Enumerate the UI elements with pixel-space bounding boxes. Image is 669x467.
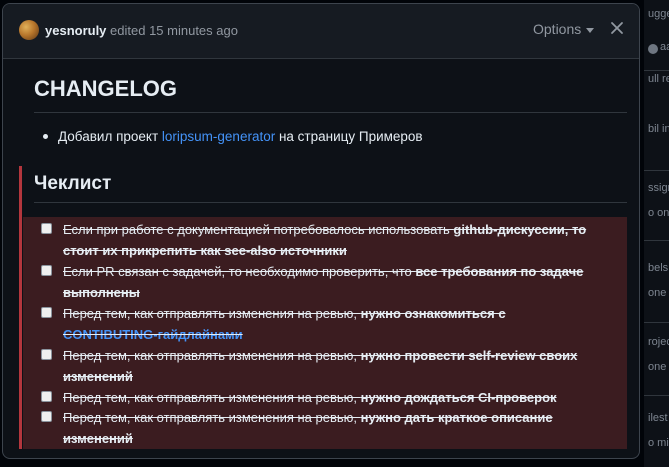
bg-fragment: aa (660, 41, 669, 53)
bg-fragment: ull re (648, 73, 669, 85)
task-text: Перед тем, как отправлять изменения на р… (63, 410, 361, 425)
task-strong-text: нужно дождаться CI-проверок (360, 390, 557, 405)
task-item: Перед тем, как отправлять изменения на р… (23, 303, 603, 345)
task-checkbox[interactable] (41, 411, 52, 422)
changelog-text-before: Добавил проект (58, 129, 162, 144)
task-item: Если PR связан с задачей, то необходимо … (23, 261, 603, 303)
bg-fragment: bels (648, 262, 669, 274)
task-text: Если при работе с документацией потребов… (63, 222, 454, 237)
bg-fragment: o on (648, 207, 669, 219)
removed-section-marker (19, 166, 22, 449)
task-item: Если при работе с документацией потребов… (23, 219, 603, 261)
task-checkbox[interactable] (41, 223, 52, 234)
bg-fragment: rojec (648, 336, 669, 348)
task-text: Если PR связан с задачей, то необходимо … (63, 264, 416, 279)
task-checkbox[interactable] (41, 307, 52, 318)
changelog-item: Добавил проект loripsum-generator на стр… (43, 129, 423, 144)
chevron-down-icon (586, 27, 595, 33)
task-item: Перед тем, как отправлять изменения на р… (23, 387, 603, 408)
username-link[interactable]: yesnoruly (45, 23, 106, 38)
dialog-header: yesnoruly edited 15 minutes ago Options (3, 4, 639, 59)
edit-history-dialog: yesnoruly edited 15 minutes ago Options … (2, 3, 640, 459)
changelog-heading: CHANGELOG (34, 76, 627, 113)
task-item: Перед тем, как отправлять изменения на р… (23, 407, 603, 449)
bg-fragment: o mil (648, 437, 669, 449)
contributing-link[interactable]: CONTIBUTING-гайдлайнами (63, 327, 243, 342)
checklist-heading: Чеклист (34, 173, 627, 203)
bg-avatar (648, 44, 658, 54)
task-checkbox[interactable] (41, 265, 52, 276)
edit-time-text: edited 15 minutes ago (106, 23, 238, 38)
close-icon[interactable] (607, 18, 627, 38)
changelog-text-after: на страницу Примеров (275, 129, 423, 144)
edit-info: yesnoruly edited 15 minutes ago (45, 23, 238, 38)
task-checkbox[interactable] (41, 349, 52, 360)
options-dropdown[interactable]: Options (533, 21, 595, 37)
project-link[interactable]: loripsum-generator (162, 129, 275, 144)
task-item: Перед тем, как отправлять изменения на р… (23, 345, 603, 387)
task-text: Перед тем, как отправлять изменения на р… (63, 390, 361, 405)
task-checkbox[interactable] (41, 391, 52, 402)
options-label: Options (533, 21, 582, 37)
bg-fragment: ssign (648, 182, 669, 194)
task-strong-text: нужно ознакомиться с (360, 306, 506, 321)
bg-fragment: bil in (648, 123, 669, 135)
bg-fragment: one y (648, 287, 669, 299)
bullet-icon (43, 133, 48, 139)
bg-fragment: ugge (648, 8, 669, 20)
bg-fragment: one y (648, 361, 669, 373)
checklist-removed-block: Если при работе с документацией потребов… (23, 217, 627, 449)
task-text: Перед тем, как отправлять изменения на р… (63, 348, 361, 363)
user-avatar[interactable] (19, 20, 39, 40)
task-text: Перед тем, как отправлять изменения на р… (63, 306, 361, 321)
bg-fragment: ilest (648, 412, 668, 424)
background-page-peek: ugge aa ull re bil in ssign o on bels on… (644, 0, 669, 467)
